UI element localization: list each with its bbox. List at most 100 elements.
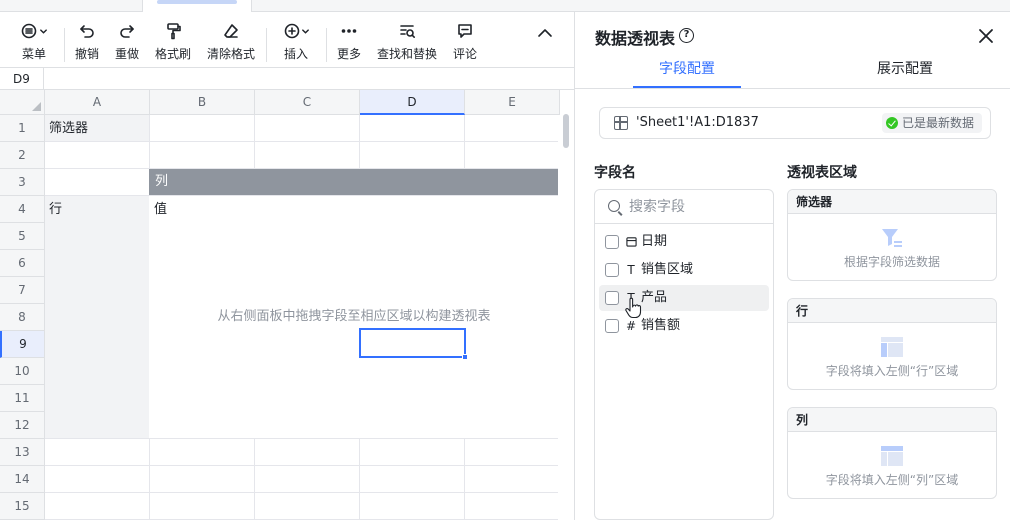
eraser-icon bbox=[204, 20, 258, 42]
search-input[interactable] bbox=[629, 196, 759, 218]
tab-field-config[interactable]: 字段配置 bbox=[627, 58, 747, 78]
column-header-c[interactable]: C bbox=[255, 90, 360, 115]
undo-icon bbox=[72, 20, 102, 42]
toolbar-divider bbox=[326, 28, 327, 62]
toolbar-divider bbox=[64, 28, 65, 62]
help-icon[interactable]: ? bbox=[679, 28, 694, 43]
comment-icon bbox=[450, 20, 480, 42]
row-header[interactable]: 12 bbox=[0, 412, 45, 439]
status-badge-text: 已是最新数据 bbox=[901, 116, 974, 130]
undo-label: 撤销 bbox=[74, 47, 99, 61]
selected-cell-d9[interactable] bbox=[359, 328, 468, 360]
menu-button[interactable]: 菜单 bbox=[14, 20, 54, 62]
spreadsheet-app: 菜单 撤销 重做 格式刷 清除格式 插入 更多 查找和替换 评论 D9 A B … bbox=[0, 0, 1010, 520]
pivot-drop-hint: 从右侧面板中拖拽字段至相应区域以构建透视表 bbox=[217, 309, 491, 324]
field-checkbox[interactable] bbox=[605, 319, 619, 333]
row-header-selected[interactable]: 9 bbox=[0, 331, 45, 358]
source-range-text: 'Sheet1'!A1:D1837 bbox=[636, 115, 759, 130]
document-tab-strip bbox=[0, 0, 1010, 12]
close-panel-button[interactable] bbox=[977, 27, 995, 45]
format-painter-icon bbox=[152, 20, 194, 42]
redo-label: 重做 bbox=[114, 47, 139, 61]
column-area-dropzone[interactable]: 列 字段将填入左侧“列”区域 bbox=[787, 407, 997, 499]
toolbar: 菜单 撤销 重做 格式刷 清除格式 插入 更多 查找和替换 评论 bbox=[0, 12, 575, 68]
row-header[interactable]: 1 bbox=[0, 115, 45, 142]
toolbar-divider bbox=[266, 28, 267, 62]
table-grid-icon bbox=[614, 116, 628, 130]
calendar-icon bbox=[624, 233, 638, 251]
active-document-tab[interactable] bbox=[142, 0, 252, 12]
filter-area-title: 筛选器 bbox=[788, 190, 996, 214]
clear-format-button[interactable]: 清除格式 bbox=[204, 20, 258, 62]
pivot-row-label: 行 bbox=[49, 202, 63, 217]
field-item-date[interactable]: 日期 bbox=[599, 229, 769, 255]
tab-display-config[interactable]: 展示配置 bbox=[845, 58, 965, 78]
field-item-region[interactable]: T 销售区域 bbox=[599, 257, 769, 283]
find-replace-icon bbox=[374, 20, 440, 42]
field-list: 日期 T 销售区域 T 产品 # 销售额 bbox=[594, 189, 774, 520]
redo-icon bbox=[112, 20, 142, 42]
row-header[interactable]: 2 bbox=[0, 142, 45, 169]
check-circle-icon bbox=[885, 117, 898, 129]
more-icon bbox=[334, 20, 364, 42]
row-header[interactable]: 3 bbox=[0, 169, 45, 196]
menu-icon bbox=[14, 20, 54, 42]
fields-heading: 字段名 bbox=[594, 165, 636, 181]
row-header[interactable]: 8 bbox=[0, 304, 45, 331]
find-replace-button[interactable]: 查找和替换 bbox=[374, 20, 440, 62]
format-painter-button[interactable]: 格式刷 bbox=[152, 20, 194, 62]
field-name: 销售区域 bbox=[641, 262, 694, 277]
fill-handle[interactable] bbox=[462, 354, 468, 360]
chevron-up-icon bbox=[534, 22, 556, 44]
row-header[interactable]: 14 bbox=[0, 466, 45, 493]
collapse-toolbar-button[interactable] bbox=[534, 22, 556, 44]
row-header[interactable]: 15 bbox=[0, 493, 45, 520]
source-range-selector[interactable]: 'Sheet1'!A1:D1837 已是最新数据 bbox=[599, 107, 991, 139]
vertical-scrollbar[interactable] bbox=[563, 114, 569, 148]
field-checkbox[interactable] bbox=[605, 263, 619, 277]
tab-divider bbox=[575, 88, 1010, 89]
column-header-e[interactable]: E bbox=[465, 90, 560, 115]
more-button[interactable]: 更多 bbox=[334, 20, 364, 62]
column-header-a[interactable]: A bbox=[45, 90, 150, 115]
column-header-b[interactable]: B bbox=[150, 90, 255, 115]
field-name: 销售额 bbox=[641, 318, 681, 333]
row-header[interactable]: 6 bbox=[0, 250, 45, 277]
row-header[interactable]: 5 bbox=[0, 223, 45, 250]
pivot-value-label: 值 bbox=[154, 202, 168, 217]
filter-icon bbox=[880, 227, 904, 249]
row-layout-icon bbox=[880, 336, 904, 358]
row-header[interactable]: 4 bbox=[0, 196, 45, 223]
text-type-icon: T bbox=[627, 263, 635, 277]
insert-button[interactable]: 插入 bbox=[276, 20, 316, 62]
filter-area-dropzone[interactable]: 筛选器 根据字段筛选数据 bbox=[787, 189, 997, 281]
close-icon bbox=[979, 29, 993, 43]
insert-label: 插入 bbox=[283, 47, 308, 61]
pivot-row-area bbox=[45, 196, 149, 438]
status-badge: 已是最新数据 bbox=[881, 113, 982, 133]
areas-heading: 透视表区域 bbox=[787, 165, 857, 181]
pivot-table-panel: 数据透视表 ? 字段配置 展示配置 'Sheet1'!A1:D1837 已是最新… bbox=[575, 12, 1010, 520]
row-area-title: 行 bbox=[788, 299, 996, 323]
cell-reference[interactable]: D9 bbox=[0, 68, 44, 90]
filter-area-hint: 根据字段筛选数据 bbox=[843, 255, 940, 269]
column-header-d[interactable]: D bbox=[360, 90, 465, 115]
menu-label: 菜单 bbox=[21, 47, 46, 61]
search-icon bbox=[608, 200, 620, 212]
row-header[interactable]: 13 bbox=[0, 439, 45, 466]
row-header[interactable]: 7 bbox=[0, 277, 45, 304]
row-area-dropzone[interactable]: 行 字段将填入左侧“行”区域 bbox=[787, 298, 997, 390]
row-header[interactable]: 11 bbox=[0, 385, 45, 412]
pivot-filter-label: 筛选器 bbox=[49, 121, 89, 136]
field-name: 产品 bbox=[641, 290, 668, 305]
number-type-icon: # bbox=[625, 319, 637, 333]
select-all-corner[interactable] bbox=[0, 90, 45, 115]
undo-button[interactable]: 撤销 bbox=[72, 20, 102, 62]
field-checkbox[interactable] bbox=[605, 235, 619, 249]
field-checkbox[interactable] bbox=[605, 291, 619, 305]
field-name: 日期 bbox=[641, 234, 668, 249]
redo-button[interactable]: 重做 bbox=[112, 20, 142, 62]
comment-button[interactable]: 评论 bbox=[450, 20, 480, 62]
row-header[interactable]: 10 bbox=[0, 358, 45, 385]
panel-title: 数据透视表 bbox=[595, 29, 676, 48]
